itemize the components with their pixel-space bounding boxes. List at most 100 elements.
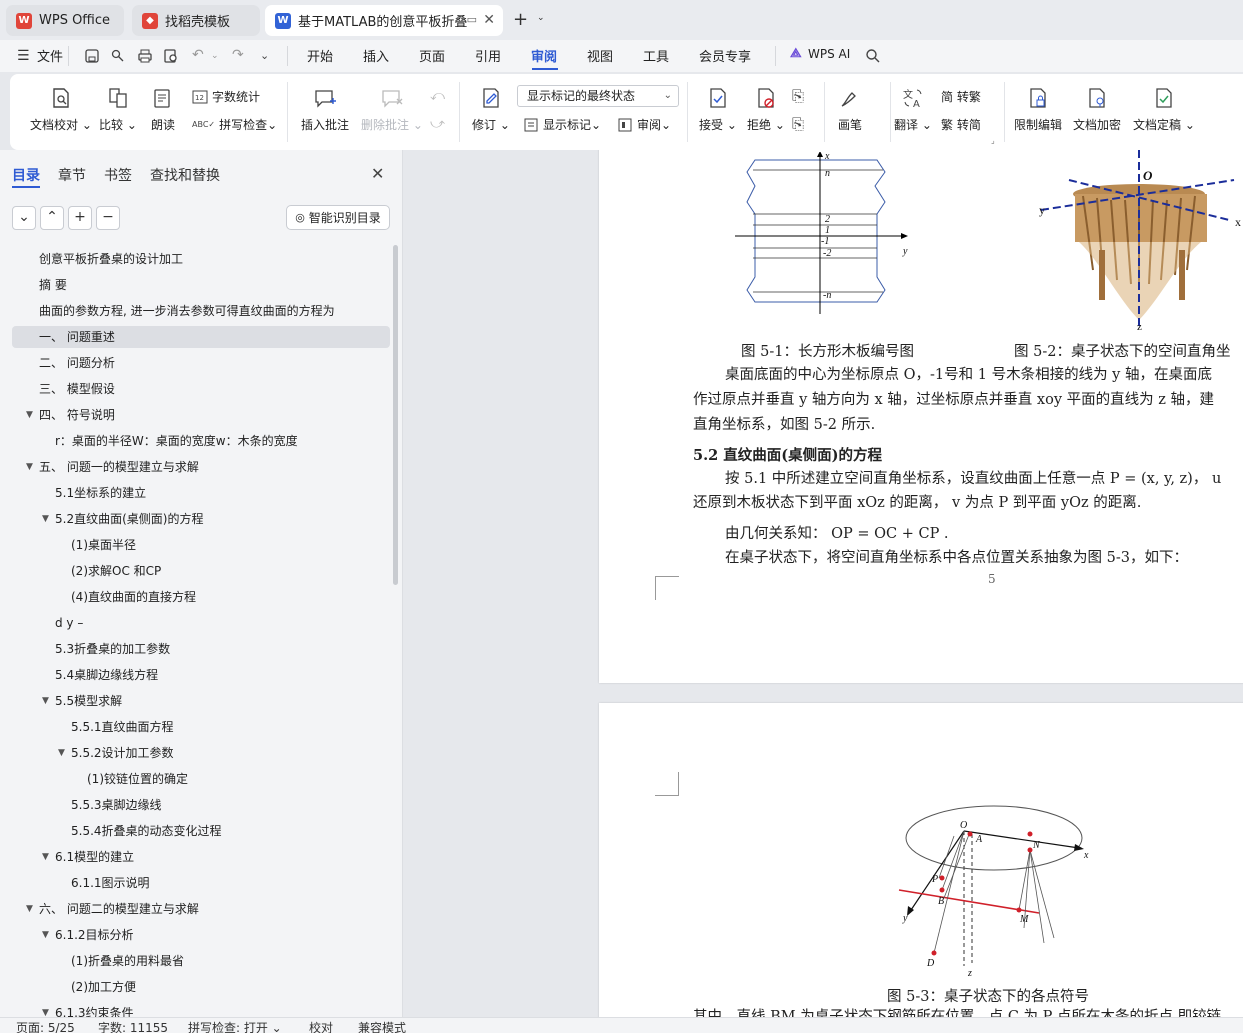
toc-item[interactable]: 5.5.4折叠桌的动态变化过程 <box>12 820 390 842</box>
toc-item[interactable]: ▼ 5.2直纹曲面(桌侧面)的方程 <box>12 508 390 530</box>
word-count-button[interactable]: 12 字数统计 <box>192 88 260 105</box>
expand-down-button[interactable]: ⌄ <box>12 206 36 230</box>
menu-file[interactable]: 文件 <box>37 46 63 65</box>
panel-tab-chapter[interactable]: 章节 <box>58 165 86 185</box>
add-heading-button[interactable]: + <box>68 206 92 230</box>
toc-item[interactable]: (2)加工方便 <box>12 976 390 998</box>
undo-icon[interactable]: ↶ <box>192 47 204 63</box>
document-canvas[interactable]: x n 2 1 -1 -2 y -n O y x z 图 5-1：长方形木板编号… <box>404 150 1243 1017</box>
menu-page[interactable]: 页面 <box>419 46 445 65</box>
prev-change-icon[interactable]: ⎘ <box>792 87 804 105</box>
menu-view[interactable]: 视图 <box>587 46 613 65</box>
toc-item[interactable]: (1)铰链位置的确定 <box>12 768 390 790</box>
collapse-up-button[interactable]: ⌃ <box>40 206 64 230</box>
menu-insert[interactable]: 插入 <box>363 46 389 65</box>
toc-item[interactable]: (1)桌面半径 <box>12 534 390 556</box>
menu-review[interactable]: 审阅 <box>531 46 557 65</box>
toc-item[interactable]: 二、 问题分析 <box>12 352 390 374</box>
smart-toc-button[interactable]: ◎ 智能识别目录 <box>286 205 390 230</box>
expand-caret-icon[interactable]: ▼ <box>42 924 49 946</box>
toc-item[interactable]: ▼ 五、 问题一的模型建立与求解 <box>12 456 390 478</box>
expand-caret-icon[interactable]: ▼ <box>58 742 65 764</box>
delete-comment-button[interactable]: 删除批注 ⌄ <box>361 86 423 133</box>
tab-document[interactable]: W 基于MATLAB的创意平板折叠 ▭ ✕ <box>265 5 503 36</box>
quick-access-chevron-icon[interactable]: ⌄ <box>260 49 269 62</box>
panel-tab-bookmark[interactable]: 书签 <box>104 165 132 185</box>
toc-item[interactable]: 5.3折叠桌的加工参数 <box>12 638 390 660</box>
toc-item[interactable]: (2)求解OC 和CP <box>12 560 390 582</box>
redo-icon[interactable]: ↷ <box>232 47 244 63</box>
spell-check-status[interactable]: 拼写检查: 打开 ⌄ <box>188 1019 282 1033</box>
toc-item[interactable]: ▼ 5.5.2设计加工参数 <box>12 742 390 764</box>
page-indicator[interactable]: 页面: 5/25 <box>16 1019 75 1033</box>
expand-caret-icon[interactable]: ▼ <box>26 404 33 426</box>
toc-item[interactable]: d y – <box>12 612 390 634</box>
toc-item[interactable]: 三、 模型假设 <box>12 378 390 400</box>
toc-item[interactable]: 5.1坐标系的建立 <box>12 482 390 504</box>
toc-item[interactable]: 创意平板折叠桌的设计加工 <box>12 248 390 270</box>
next-change-icon[interactable]: ⎘ <box>792 115 804 133</box>
toc-item[interactable]: 5.5.1直纹曲面方程 <box>12 716 390 738</box>
tab-wps-office[interactable]: W WPS Office <box>6 5 124 36</box>
close-panel-icon[interactable]: ✕ <box>371 164 384 183</box>
markup-view-select[interactable]: 显示标记的最终状态 ⌄ <box>517 85 679 107</box>
reject-button[interactable]: 拒绝 ⌄ <box>747 86 785 133</box>
track-changes-button[interactable]: 修订 ⌄ <box>472 86 510 133</box>
toc-item[interactable]: 一、 问题重述 <box>12 326 390 348</box>
to-traditional-button[interactable]: 简 转繁 <box>941 88 981 105</box>
toc-item[interactable]: r：桌面的半径W：桌面的宽度w：木条的宽度 <box>12 430 390 452</box>
search-icon[interactable] <box>865 48 881 64</box>
panel-tab-toc[interactable]: 目录 <box>12 165 40 185</box>
translate-button[interactable]: 文A 翻译 ⌄ <box>894 86 932 133</box>
tab-template[interactable]: ◆ 找稻壳模板 <box>132 5 260 36</box>
read-aloud-button[interactable]: 朗读 <box>151 86 175 133</box>
proofread-status[interactable]: 校对 <box>309 1019 333 1033</box>
undo-chevron-icon[interactable]: ⌄ <box>211 51 219 61</box>
close-tab-icon[interactable]: ✕ <box>483 12 495 28</box>
expand-caret-icon[interactable]: ▼ <box>26 898 33 920</box>
save-icon[interactable] <box>84 48 100 64</box>
toc-item[interactable]: ▼ 四、 符号说明 <box>12 404 390 426</box>
menu-reference[interactable]: 引用 <box>475 46 501 65</box>
toc-item[interactable]: ▼ 6.1.2目标分析 <box>12 924 390 946</box>
restrict-edit-button[interactable]: 限制编辑 <box>1014 86 1062 133</box>
document-page[interactable]: O A N x P B M y D z 图 5-3：桌子状态下的各点符号 其中，… <box>599 703 1243 1017</box>
share-icon[interactable] <box>110 48 126 64</box>
hamburger-icon[interactable]: ☰ <box>17 48 30 64</box>
proofread-button[interactable]: 文档校对 ⌄ <box>30 86 92 133</box>
menu-wps-ai[interactable]: WPS AI <box>808 47 850 61</box>
toc-item[interactable]: (4)直纹曲面的直接方程 <box>12 586 390 608</box>
panel-tab-find-replace[interactable]: 查找和替换 <box>150 165 220 185</box>
spell-check-button[interactable]: ABC✓ 拼写检查 ⌄ <box>192 116 277 133</box>
show-markup-button[interactable]: 显示标记 ⌄ <box>523 116 601 133</box>
menu-start[interactable]: 开始 <box>307 46 333 65</box>
toc-item[interactable]: 曲面的参数方程, 进一步消去参数可得直纹曲面的方程为 <box>12 300 390 322</box>
to-simplified-button[interactable]: 繁 转简 <box>941 116 981 133</box>
toc-item[interactable]: ▼ 5.5模型求解 <box>12 690 390 712</box>
expand-caret-icon[interactable]: ▼ <box>26 456 33 478</box>
finalize-button[interactable]: 文档定稿 ⌄ <box>1133 86 1195 133</box>
insert-comment-button[interactable]: 插入批注 <box>301 86 349 133</box>
remove-heading-button[interactable]: − <box>96 206 120 230</box>
toc-item[interactable]: 6.1.1图示说明 <box>12 872 390 894</box>
prev-comment-icon[interactable]: ⤺ <box>430 88 445 104</box>
print-preview-icon[interactable] <box>163 48 179 64</box>
expand-caret-icon[interactable]: ▼ <box>42 846 49 868</box>
review-pane-button[interactable]: 审阅 ⌄ <box>617 116 671 133</box>
toc-item[interactable]: (1)折叠桌的用料最省 <box>12 950 390 972</box>
accept-button[interactable]: 接受 ⌄ <box>699 86 737 133</box>
new-tab-icon[interactable]: + <box>513 9 528 30</box>
toc-item[interactable]: 5.4桌脚边缘线方程 <box>12 664 390 686</box>
window-icon[interactable]: ▭ <box>467 13 477 26</box>
next-comment-icon[interactable]: ⤻ <box>430 116 445 132</box>
toc-item[interactable]: ▼ 6.1模型的建立 <box>12 846 390 868</box>
word-count-indicator[interactable]: 字数: 11155 <box>98 1019 168 1033</box>
expand-caret-icon[interactable]: ▼ <box>42 690 49 712</box>
pen-button[interactable]: 画笔 <box>838 86 862 133</box>
document-page[interactable]: x n 2 1 -1 -2 y -n O y x z 图 5-1：长方形木板编号… <box>599 150 1243 683</box>
dialog-launcher-icon[interactable]: ⌟ <box>991 136 995 145</box>
encrypt-button[interactable]: 文档加密 <box>1073 86 1121 133</box>
toc-item[interactable]: 摘 要 <box>12 274 390 296</box>
print-icon[interactable] <box>137 48 153 64</box>
panel-scrollbar[interactable] <box>393 245 398 585</box>
